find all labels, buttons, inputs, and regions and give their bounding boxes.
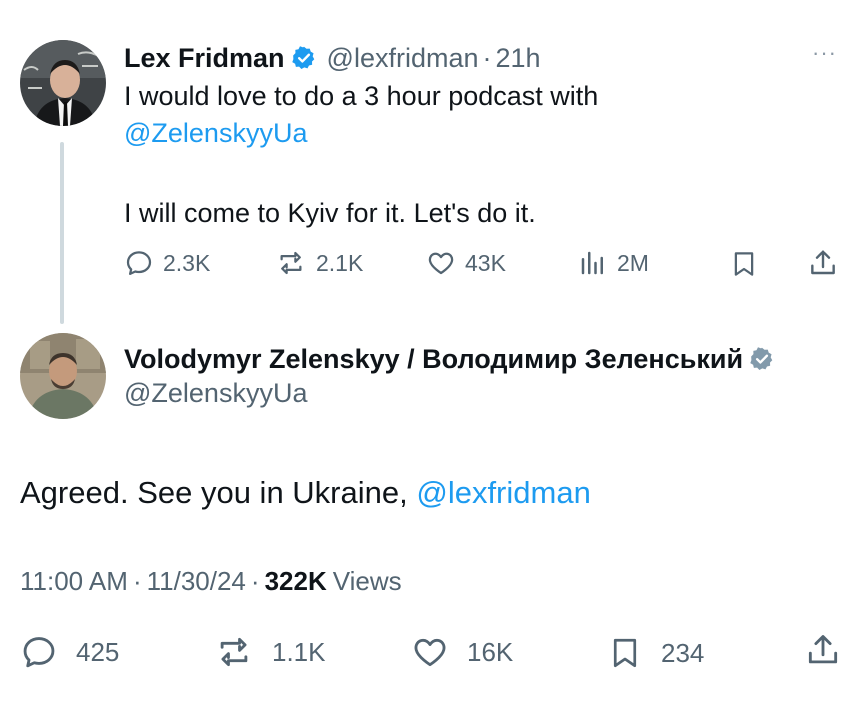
like-button[interactable]: 43K [426, 248, 506, 278]
tweet-date[interactable]: 11/30/24 [147, 566, 246, 597]
share-icon [811, 250, 835, 275]
author-name[interactable]: Volodymyr Zelenskyy / Володимир Зеленськ… [124, 344, 743, 375]
separator-dot: · [482, 42, 492, 73]
views-count[interactable]: 322K [265, 566, 327, 597]
bookmark-button[interactable] [729, 248, 759, 285]
separator-dot: · [250, 566, 260, 596]
views-label: Views [332, 566, 402, 596]
separator-dot: · [132, 566, 142, 596]
reply-button[interactable]: 2.3K [124, 248, 210, 278]
share-button[interactable] [804, 631, 842, 674]
bookmark-icon [613, 638, 637, 668]
author-handle[interactable]: @lexfridman [327, 43, 479, 74]
reply-icon [23, 637, 55, 668]
verified-badge-icon [749, 346, 775, 372]
like-count: 43K [465, 249, 506, 276]
views-button[interactable]: 2M [578, 248, 649, 278]
bookmark-button[interactable]: 234 [607, 633, 704, 673]
repost-icon [280, 251, 302, 275]
bookmark-icon [734, 252, 754, 276]
like-count: 16K [467, 636, 514, 667]
repost-button[interactable]: 2.1K [275, 248, 363, 278]
author-handle[interactable]: @ZelenskyyUa [124, 378, 307, 409]
repost-icon [220, 637, 248, 667]
analytics-icon [581, 251, 603, 275]
reply-count: 425 [76, 636, 120, 667]
repost-count: 1.1K [272, 636, 326, 667]
avatar-zelenskyy[interactable] [20, 333, 106, 419]
mention-link[interactable]: @ZelenskyyUa [124, 115, 307, 152]
parent-tweet-header: Lex Fridman @lexfridman · 21h [124, 41, 541, 75]
verified-badge-icon [291, 45, 317, 71]
reply-button[interactable]: 425 [20, 633, 119, 671]
bookmark-count: 234 [661, 637, 705, 668]
heart-icon [414, 638, 446, 667]
reply-icon [126, 251, 152, 275]
repost-button[interactable]: 1.1K [214, 633, 326, 671]
parent-tweet-line-1: I would love to do a 3 hour podcast with [124, 81, 599, 111]
like-button[interactable]: 16K [411, 633, 513, 671]
parent-tweet-line-3: I will come to Kyiv for it. Let's do it. [124, 198, 536, 228]
thread-line [60, 142, 64, 324]
tweet-meta: 11:00 AM · 11/30/24 · 322K Views [20, 566, 402, 597]
share-button[interactable] [807, 247, 839, 284]
more-options-button[interactable]: ··· [812, 40, 837, 66]
repost-count: 2.1K [316, 249, 364, 276]
author-name[interactable]: Lex Fridman [124, 43, 285, 74]
share-icon [808, 635, 838, 664]
views-count: 2M [617, 249, 649, 276]
reply-count: 2.3K [163, 249, 211, 276]
heart-icon [428, 252, 454, 275]
tweet-time[interactable]: 21h [496, 43, 541, 74]
main-tweet-header: Volodymyr Zelenskyy / Володимир Зеленськ… [124, 342, 775, 376]
mention-link[interactable]: @lexfridman [416, 475, 590, 510]
avatar-lex-fridman[interactable] [20, 40, 106, 126]
tweet-time[interactable]: 11:00 AM [20, 566, 128, 597]
tweet-text: Agreed. See you in Ukraine, [20, 475, 417, 510]
main-tweet-text: Agreed. See you in Ukraine, @lexfridman [20, 472, 591, 514]
